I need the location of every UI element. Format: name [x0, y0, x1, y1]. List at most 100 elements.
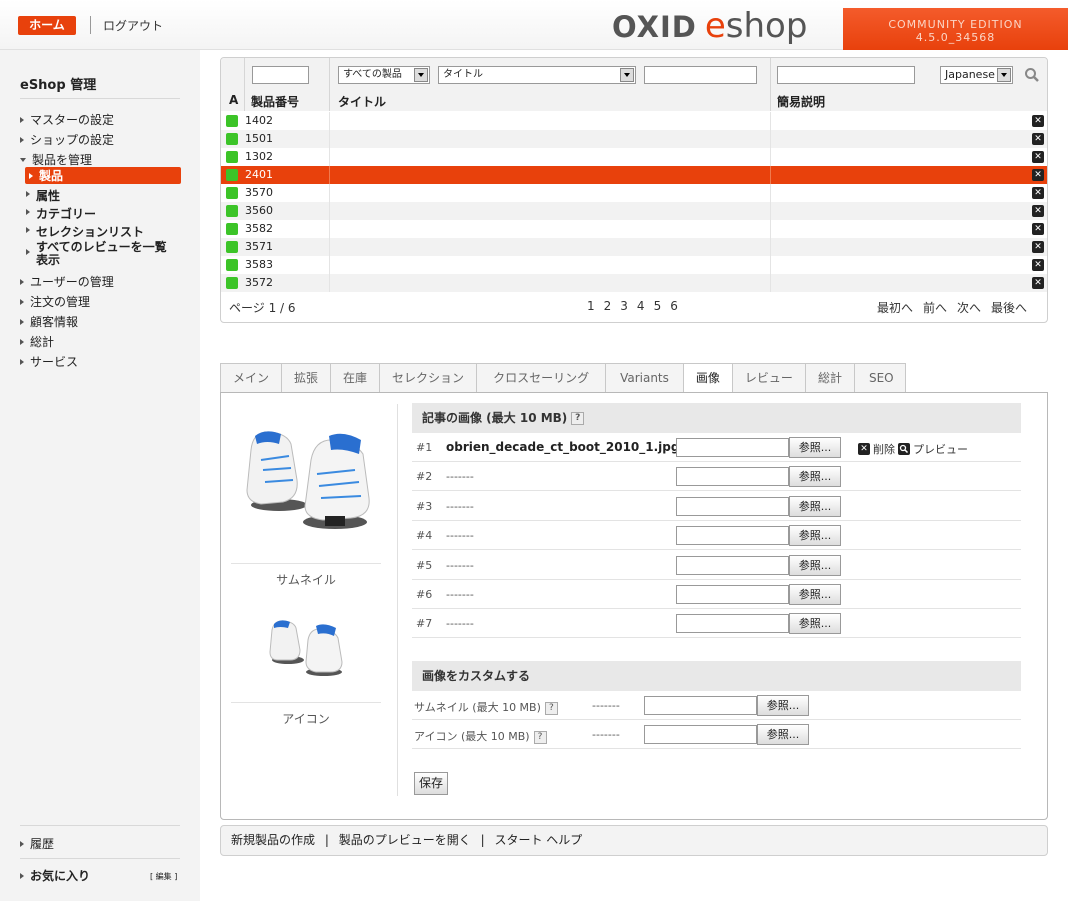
help-icon[interactable]: ? [533, 730, 547, 744]
start-help-link[interactable]: スタート ヘルプ [494, 833, 582, 847]
save-button[interactable]: 保存 [414, 772, 448, 795]
tab-main[interactable]: メイン [220, 363, 283, 393]
image-filename: ------- [446, 499, 474, 513]
col-header-title[interactable]: タイトル [338, 93, 386, 110]
page-link[interactable]: 3 [620, 299, 628, 313]
image-file-input[interactable] [676, 555, 789, 575]
new-product-link[interactable]: 新規製品の作成 [231, 833, 315, 847]
image-file-input[interactable] [676, 467, 789, 487]
page-link[interactable]: 6 [670, 299, 678, 313]
first-page-link[interactable]: 最初へ [877, 299, 913, 316]
browse-button[interactable]: 参照... [789, 584, 841, 605]
browse-button[interactable]: 参照... [789, 437, 841, 458]
page-link[interactable]: 1 [587, 299, 595, 313]
delete-icon[interactable]: ✕ [1032, 187, 1044, 199]
col-header-short-desc[interactable]: 簡易説明 [777, 93, 825, 110]
sidebar-subitem-all-reviews[interactable]: すべてのレビューを一覧表示 [26, 241, 176, 267]
logout-link[interactable]: ログアウト [103, 17, 163, 34]
action-separator: | [324, 833, 329, 847]
help-icon[interactable]: ? [544, 701, 558, 715]
table-row[interactable]: 2401 ✕ [221, 166, 1047, 184]
col-header-product-number[interactable]: 製品番号 [251, 93, 299, 110]
page-link[interactable]: 5 [654, 299, 662, 313]
tab-selection[interactable]: セレクション [379, 363, 478, 393]
tab-seo[interactable]: SEO [853, 363, 906, 393]
preview-link[interactable]: プレビュー [913, 441, 968, 457]
sidebar-subitem-selection-lists[interactable]: セレクションリスト [26, 223, 144, 240]
table-row[interactable]: 1501 ✕ [221, 130, 1047, 148]
image-file-input[interactable] [676, 614, 789, 634]
sidebar-item-orders[interactable]: 注文の管理 [20, 293, 90, 310]
image-file-input[interactable] [676, 585, 789, 604]
delete-link[interactable]: 削除 [873, 441, 895, 457]
prev-page-link[interactable]: 前へ [923, 299, 947, 316]
browse-button[interactable]: 参照... [789, 466, 841, 488]
table-row[interactable]: 3583 ✕ [221, 256, 1047, 274]
sidebar-subitem-products[interactable]: 製品 [25, 167, 181, 184]
page-link[interactable]: 4 [637, 299, 645, 313]
sidebar-item-customer-info[interactable]: 顧客情報 [20, 313, 78, 330]
browse-button[interactable]: 参照... [789, 554, 841, 576]
custom-thumbnail-file-input[interactable] [644, 696, 757, 715]
search-icon[interactable] [1024, 67, 1040, 83]
next-page-link[interactable]: 次へ [957, 299, 981, 316]
short-desc-filter-input[interactable] [777, 66, 915, 84]
open-preview-link[interactable]: 製品のプレビューを開く [339, 833, 471, 847]
title-filter-input[interactable] [644, 66, 757, 84]
delete-icon[interactable]: ✕ [1032, 223, 1044, 235]
tab-crossselling[interactable]: クロスセーリング [476, 363, 607, 393]
browse-button[interactable]: 参照... [789, 495, 841, 517]
table-row[interactable]: 3582 ✕ [221, 220, 1047, 238]
delete-icon[interactable]: ✕ [1032, 241, 1044, 253]
table-row[interactable]: 1402 ✕ [221, 112, 1047, 130]
browse-button[interactable]: 参照... [757, 695, 809, 716]
tab-variants[interactable]: Variants [605, 363, 684, 393]
custom-icon-file-input[interactable] [644, 725, 757, 744]
page-link[interactable]: 2 [604, 299, 612, 313]
col-header-active[interactable]: A [229, 93, 238, 107]
help-icon[interactable]: ? [571, 412, 585, 425]
table-row[interactable]: 3571 ✕ [221, 238, 1047, 256]
home-button[interactable]: ホーム [18, 16, 76, 35]
table-row[interactable]: 3570 ✕ [221, 184, 1047, 202]
delete-icon[interactable]: ✕ [1032, 115, 1044, 127]
tab-pictures[interactable]: 画像 [682, 363, 733, 394]
sidebar-item-statistics[interactable]: 総計 [20, 333, 54, 350]
delete-icon[interactable]: ✕ [1032, 169, 1044, 181]
sidebar-subitem-attributes[interactable]: 属性 [26, 187, 60, 204]
tab-extended[interactable]: 拡張 [281, 363, 332, 393]
sidebar-item-master-settings[interactable]: マスターの設定 [20, 111, 114, 128]
delete-icon[interactable]: ✕ [1032, 277, 1044, 289]
sidebar-item-service[interactable]: サービス [20, 353, 78, 370]
delete-icon[interactable]: ✕ [1032, 151, 1044, 163]
browse-button[interactable]: 参照... [789, 525, 841, 547]
last-page-link[interactable]: 最後へ [991, 299, 1027, 316]
delete-icon[interactable]: ✕ [1032, 133, 1044, 145]
table-row[interactable]: 1302 ✕ [221, 148, 1047, 166]
favorites-edit-link[interactable]: [ 編集 ] [150, 871, 177, 882]
tab-reviews[interactable]: レビュー [731, 363, 806, 393]
sidebar-subitem-categories[interactable]: カテゴリー [26, 205, 96, 222]
tab-statistics[interactable]: 総計 [804, 363, 855, 393]
category-filter-select[interactable]: すべての製品 [338, 66, 430, 84]
magnifier-icon[interactable] [898, 443, 910, 455]
product-number-filter-input[interactable] [252, 66, 309, 84]
sidebar-item-users[interactable]: ユーザーの管理 [20, 273, 114, 290]
browse-button[interactable]: 参照... [789, 613, 841, 635]
browse-button[interactable]: 参照... [757, 724, 809, 745]
search-field-select[interactable]: タイトル [438, 66, 636, 84]
sidebar-history[interactable]: 履歴 [20, 835, 54, 852]
tab-stock[interactable]: 在庫 [330, 363, 381, 393]
sidebar-item-manage-products[interactable]: 製品を管理 [20, 151, 92, 168]
delete-icon[interactable]: ✕ [1032, 259, 1044, 271]
image-file-input[interactable] [676, 526, 789, 546]
image-file-input[interactable] [676, 496, 789, 516]
language-select[interactable]: Japanese [940, 66, 1013, 84]
sidebar-favorites[interactable]: お気に入り [20, 867, 90, 884]
table-row[interactable]: 3572 ✕ [221, 274, 1047, 292]
delete-icon[interactable]: ✕ [1032, 205, 1044, 217]
image-file-input[interactable] [676, 438, 789, 457]
delete-icon[interactable]: ✕ [858, 443, 870, 455]
sidebar-item-shop-settings[interactable]: ショップの設定 [20, 131, 114, 148]
table-row[interactable]: 3560 ✕ [221, 202, 1047, 220]
